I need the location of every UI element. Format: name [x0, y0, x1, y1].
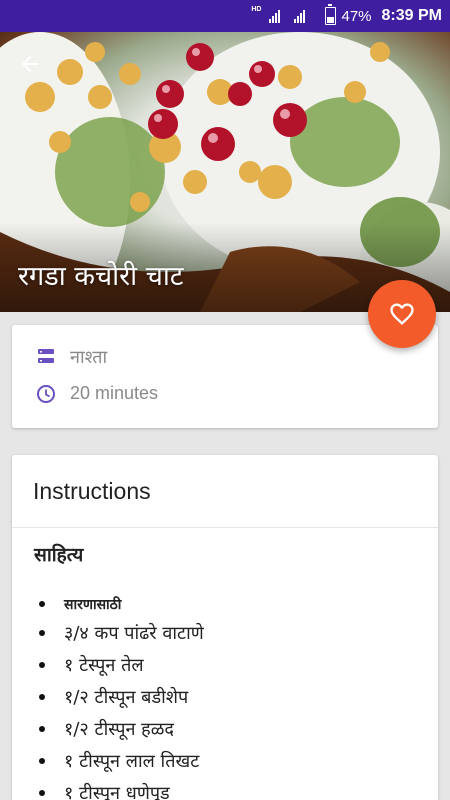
- favorite-button[interactable]: [368, 280, 436, 348]
- clock-icon: [37, 384, 55, 403]
- duration-row: 20 minutes: [36, 383, 158, 404]
- ingredient-item: ३/४ कप पांढरे वाटाणे: [39, 617, 204, 649]
- ingredient-subheading: सारणासाठी: [39, 591, 204, 617]
- recipe-info-card: नाश्ता 20 minutes: [12, 325, 438, 428]
- battery-icon: [324, 4, 336, 25]
- instructions-heading: Instructions: [33, 478, 151, 504]
- duration-label: 20 minutes: [70, 383, 159, 403]
- heart-icon: [390, 303, 414, 325]
- category-icon: [38, 349, 54, 363]
- ingredient-item: १ टीस्पून धणेपूड: [39, 777, 204, 800]
- signal-icon-2: [293, 9, 305, 23]
- battery-percent: 47%: [341, 7, 372, 25]
- instructions-card: Instructions साहित्य सारणासाठी ३/४ कप पा…: [12, 455, 438, 800]
- ingredient-item: १ टीस्पून लाल तिखट: [39, 745, 204, 777]
- ingredient-item: १ टेस्पून तेल: [39, 649, 204, 681]
- category-label: नाश्ता: [70, 347, 108, 368]
- back-button[interactable]: [18, 52, 52, 86]
- recipe-hero-image: रगडा कचोरी चाट: [0, 32, 450, 312]
- category-row: नाश्ता: [36, 345, 107, 369]
- divider: [12, 527, 438, 528]
- status-time: 8:39 PM: [381, 7, 442, 24]
- recipe-title: रगडा कचोरी चाट: [18, 261, 184, 292]
- hd-label: HD: [251, 6, 262, 13]
- back-arrow-icon: [22, 56, 38, 72]
- status-bar: HD 47% 8:39 PM: [0, 0, 450, 32]
- ingredients-section-title: साहित्य: [34, 544, 84, 566]
- ingredient-item: १/२ टीस्पून हळद: [39, 713, 204, 745]
- signal-icon: [268, 9, 280, 23]
- ingredient-item: १/२ टीस्पून बडीशेप: [39, 681, 204, 713]
- ingredients-list: सारणासाठी ३/४ कप पांढरे वाटाणे १ टेस्पून…: [39, 591, 204, 800]
